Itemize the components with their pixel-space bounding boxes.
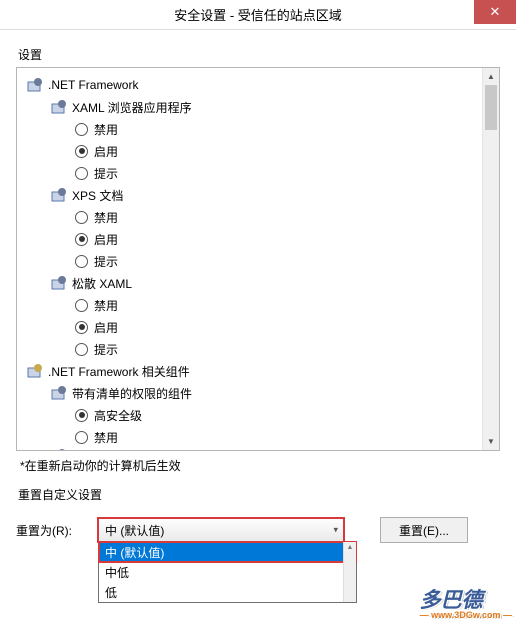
gear-icon xyxy=(51,448,67,451)
gear-icon xyxy=(51,385,67,401)
tree-scrollbar[interactable]: ▲ ▼ xyxy=(482,68,499,450)
scroll-thumb[interactable] xyxy=(485,85,497,130)
radio-icon xyxy=(75,211,88,224)
reset-level-dropdown: 中 (默认值) 中低 低 ▲ xyxy=(98,541,357,603)
scroll-track[interactable] xyxy=(483,85,499,433)
gear-icon xyxy=(27,363,43,379)
reset-level-combobox[interactable]: 中 (默认值) ▾ xyxy=(98,518,344,542)
tree-node-net-components[interactable]: .NET Framework 相关组件 xyxy=(23,360,479,382)
tree-node-xps[interactable]: XPS 文档 xyxy=(23,184,479,206)
option-label: 低 xyxy=(105,584,117,601)
radio-option[interactable]: 启用 xyxy=(23,228,479,250)
dropdown-option[interactable]: 低 xyxy=(99,582,356,602)
gear-icon xyxy=(51,99,67,115)
settings-tree: .NET Framework XAML 浏览器应用程序 禁用 启用 提示 XPS… xyxy=(16,67,500,451)
tree-label: .NET Framework xyxy=(48,78,138,92)
tree-node-loose-xaml[interactable]: 松散 XAML xyxy=(23,272,479,294)
gear-icon xyxy=(51,187,67,203)
radio-option[interactable]: 禁用 xyxy=(23,426,479,448)
tree-label: 运行去用 Authenticode 签名的组件 xyxy=(72,448,257,451)
radio-icon xyxy=(75,409,88,422)
radio-label: 启用 xyxy=(94,231,118,248)
chevron-down-icon: ▾ xyxy=(333,525,338,536)
watermark-sub: — www.3DGw.com — xyxy=(420,610,512,620)
combo-value: 中 (默认值) xyxy=(105,522,164,539)
scroll-up-icon[interactable]: ▲ xyxy=(483,68,499,85)
radio-option[interactable]: 禁用 xyxy=(23,206,479,228)
tree-node-manifest-perm[interactable]: 带有清单的权限的组件 xyxy=(23,382,479,404)
radio-icon xyxy=(75,145,88,158)
radio-label: 提示 xyxy=(94,341,118,358)
tree-label: XAML 浏览器应用程序 xyxy=(72,99,192,116)
dropdown-scrollbar[interactable]: ▲ xyxy=(343,542,356,602)
radio-option[interactable]: 禁用 xyxy=(23,118,479,140)
restart-note: *在重新启动你的计算机后生效 xyxy=(20,457,500,474)
settings-group-label: 设置 xyxy=(18,46,500,63)
radio-label: 禁用 xyxy=(94,209,118,226)
radio-label: 启用 xyxy=(94,319,118,336)
reset-to-label: 重置为(R): xyxy=(16,522,98,539)
radio-label: 提示 xyxy=(94,165,118,182)
tree-label: 带有清单的权限的组件 xyxy=(72,385,192,402)
radio-icon xyxy=(75,431,88,444)
window-title: 安全设置 - 受信任的站点区域 xyxy=(174,5,342,24)
title-bar: 安全设置 - 受信任的站点区域 ✕ xyxy=(0,0,516,30)
gear-icon xyxy=(27,77,43,93)
tree-node-net-framework[interactable]: .NET Framework xyxy=(23,74,479,96)
radio-icon xyxy=(75,167,88,180)
radio-label: 禁用 xyxy=(94,121,118,138)
radio-option[interactable]: 提示 xyxy=(23,162,479,184)
close-icon: ✕ xyxy=(490,4,501,20)
tree-node-authenticode[interactable]: 运行去用 Authenticode 签名的组件 xyxy=(23,448,479,451)
radio-option[interactable]: 启用 xyxy=(23,140,479,162)
radio-icon xyxy=(75,321,88,334)
gear-icon xyxy=(51,275,67,291)
tree-label: 松散 XAML xyxy=(72,275,132,292)
radio-option[interactable]: 提示 xyxy=(23,338,479,360)
dropdown-option[interactable]: 中 (默认值) xyxy=(99,542,356,562)
radio-icon xyxy=(75,255,88,268)
radio-icon xyxy=(75,299,88,312)
radio-label: 禁用 xyxy=(94,429,118,446)
dropdown-option[interactable]: 中低 xyxy=(99,562,356,582)
tree-label: XPS 文档 xyxy=(72,187,123,204)
radio-label: 禁用 xyxy=(94,297,118,314)
radio-option[interactable]: 高安全级 xyxy=(23,404,479,426)
scroll-up-icon[interactable]: ▲ xyxy=(344,542,356,553)
watermark-text: 多巴德 xyxy=(420,589,483,612)
reset-button[interactable]: 重置(E)... xyxy=(380,517,468,543)
option-label: 中低 xyxy=(105,564,129,581)
radio-option[interactable]: 提示 xyxy=(23,250,479,272)
option-label: 中 (默认值) xyxy=(105,544,164,561)
radio-option[interactable]: 禁用 xyxy=(23,294,479,316)
watermark: 多巴德 — www.3DGw.com — xyxy=(420,584,512,620)
radio-label: 提示 xyxy=(94,253,118,270)
reset-group-label: 重置自定义设置 xyxy=(18,486,500,503)
tree-node-xaml-browser[interactable]: XAML 浏览器应用程序 xyxy=(23,96,479,118)
radio-icon xyxy=(75,123,88,136)
radio-icon xyxy=(75,343,88,356)
scroll-down-icon[interactable]: ▼ xyxy=(483,433,499,450)
radio-label: 高安全级 xyxy=(94,407,142,424)
radio-option[interactable]: 启用 xyxy=(23,316,479,338)
radio-icon xyxy=(75,233,88,246)
close-button[interactable]: ✕ xyxy=(474,0,516,24)
radio-label: 启用 xyxy=(94,143,118,160)
tree-label: .NET Framework 相关组件 xyxy=(48,363,190,380)
